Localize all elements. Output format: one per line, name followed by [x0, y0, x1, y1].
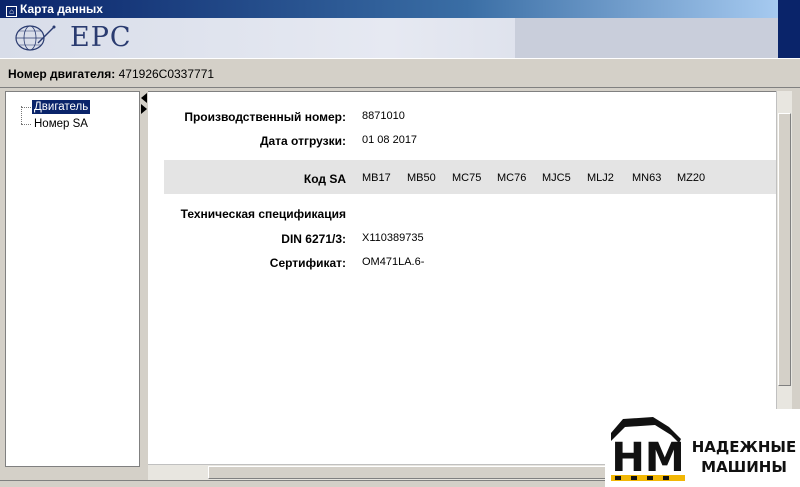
brand-line-1: НАДЕЖНЫЕ: [691, 438, 797, 456]
brand-logo-text: HM: [611, 435, 684, 481]
sa-code: MJC5: [542, 172, 571, 184]
sa-code: MN63: [632, 172, 662, 184]
brand-logo-icon: HM: [611, 417, 685, 481]
engine-number-bar: Номер двигателя: 471926C0337771: [0, 58, 800, 88]
collapse-left-icon[interactable]: [141, 93, 147, 103]
window-titlebar: ⌂ Карта данных: [0, 0, 778, 18]
horizontal-scroll-thumb[interactable]: [208, 466, 606, 479]
tree-item-engine[interactable]: Двигатель: [32, 100, 91, 114]
app-name: EPC: [70, 22, 132, 53]
sa-code: MZ20: [677, 172, 706, 184]
app-banner: EPC: [0, 18, 778, 58]
tree-item-sa-number[interactable]: Номер SA: [32, 117, 90, 131]
sa-codes-band: Код SA MB17 MB50 MC75 MC76 MJC5 MLJ2 MN63 MZ20: [164, 160, 776, 194]
certificate-value: OM471LA.6-: [362, 256, 425, 268]
sa-code: MC76: [497, 172, 527, 184]
shipping-date-value: 01 08 2017: [362, 134, 418, 146]
brand-line-2: МАШИНЫ: [701, 458, 787, 476]
brand-watermark: HM НАДЕЖНЫЕ МАШИНЫ: [605, 409, 800, 487]
banner-panel: [515, 18, 778, 58]
app-window-icon: ⌂: [6, 6, 17, 17]
production-number-label: Производственный номер:: [184, 110, 346, 124]
sa-code: MC75: [452, 172, 482, 184]
titlebar-corner: [778, 0, 800, 58]
panel-splitter[interactable]: [140, 91, 148, 467]
shipping-date-label: Дата отгрузки:: [259, 134, 346, 148]
sa-code: MLJ2: [587, 172, 614, 184]
tree-connector: [21, 107, 31, 108]
production-number-value: 8871010: [362, 110, 405, 122]
window-title: Карта данных: [20, 2, 103, 16]
sa-code: MB17: [362, 172, 391, 184]
tree-connector: [21, 124, 31, 125]
certificate-label: Сертификат:: [269, 256, 346, 270]
engine-number-value: 471926C0337771: [118, 67, 215, 81]
sa-codes-label: Код SA: [303, 172, 346, 186]
expand-right-icon[interactable]: [141, 104, 147, 114]
brand-name: НАДЕЖНЫЕ МАШИНЫ: [691, 437, 797, 477]
din-value: X110389735: [362, 232, 424, 244]
engine-number-label: Номер двигателя:: [8, 67, 116, 81]
din-label: DIN 6271/3:: [281, 232, 346, 246]
sa-code: MB50: [407, 172, 436, 184]
vertical-scroll-thumb[interactable]: [778, 113, 791, 386]
navigation-tree: Двигатель Номер SA: [5, 91, 140, 467]
sa-codes-list: MB17 MB50 MC75 MC76 MJC5 MLJ2 MN63 MZ20: [362, 172, 722, 184]
tree-connector: [21, 106, 22, 124]
tech-spec-heading: Техническая спецификация: [180, 207, 346, 221]
globe-logo-icon: [15, 25, 56, 51]
